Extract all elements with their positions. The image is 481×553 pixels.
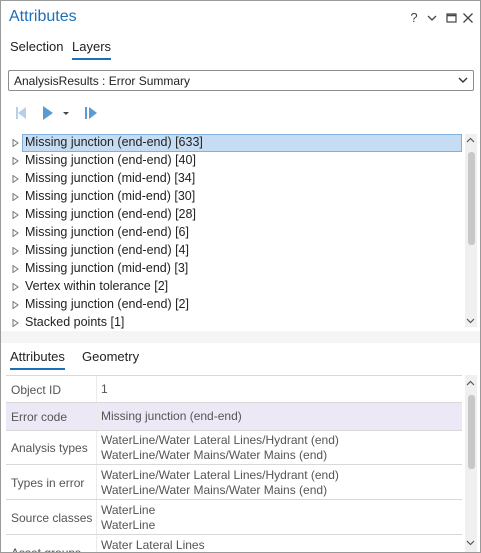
tree-scrollbar[interactable] [465,134,477,327]
attribute-value: WaterLine/Water Mains/Water Mains (end) [101,448,328,462]
navigation-toolbar [9,103,129,123]
attribute-name: Error code [11,410,68,424]
expand-icon[interactable] [12,283,19,291]
expand-icon[interactable] [12,229,19,237]
next-options-chevron-icon[interactable] [61,103,71,123]
tree-item[interactable]: Missing junction (mid-end) [34] [1,170,463,188]
tree-item[interactable]: Missing junction (mid-end) [3] [1,260,463,278]
attribute-name: Source classes [11,511,93,525]
tree-item[interactable]: Missing junction (end-end) [4] [1,242,463,260]
layer-dropdown[interactable]: AnalysisResults : Error Summary [8,70,474,91]
chevron-down-icon [458,77,468,83]
first-record-icon[interactable] [13,103,31,123]
expand-icon[interactable] [12,139,19,147]
attribute-row[interactable]: Analysis types WaterLine/Water Lateral L… [6,430,462,464]
expand-icon[interactable] [12,301,19,309]
tab-selection[interactable]: Selection [10,39,63,54]
attribute-name: Asset groups [11,546,82,553]
attributes-scrollbar[interactable] [465,375,477,552]
tab-attributes[interactable]: Attributes [10,349,65,370]
tree-scroll-thumb[interactable] [468,152,475,245]
tree-item[interactable]: Missing junction (end-end) [2] [1,296,463,314]
error-tree: Missing junction (end-end) [633] Missing… [1,131,480,329]
bottom-tabs: Attributes Geometry [1,345,480,371]
tree-item[interactable]: Missing junction (end-end) [6] [1,224,463,242]
attribute-value: WaterLine/Water Lateral Lines/Hydrant (e… [101,433,339,447]
tree-item-label: Missing junction (end-end) [4] [25,243,189,257]
scroll-up-icon[interactable] [466,379,475,388]
attribute-value: WaterLine [101,518,156,532]
attribute-name: Object ID [11,383,62,397]
expand-icon[interactable] [12,319,19,327]
tree-item[interactable]: Stacked points [1] [1,314,463,332]
help-icon[interactable]: ? [407,10,421,26]
tree-item-label: Missing junction (mid-end) [3] [25,261,189,275]
scroll-up-icon[interactable] [466,136,475,145]
tree-item[interactable]: Missing junction (end-end) [40] [1,152,463,170]
attribute-value: WaterLine/Water Mains/Water Mains (end) [101,483,328,497]
expand-icon[interactable] [12,211,19,219]
expand-icon[interactable] [12,157,19,165]
tree-item-label: Stacked points [1] [25,315,125,329]
attribute-row[interactable]: Types in error WaterLine/Water Lateral L… [6,464,462,499]
pane-title: Attributes [9,8,77,25]
title-bar: Attributes ? [1,1,480,35]
attribute-row[interactable]: Object ID 1 [6,375,462,402]
attribute-row[interactable]: Asset groups Water Lateral Lines [6,534,462,553]
attribute-row[interactable]: Error code Missing junction (end-end) [6,402,462,430]
tree-item-label: Missing junction (mid-end) [34] [25,171,196,185]
close-icon[interactable] [461,10,475,26]
scroll-down-icon[interactable] [466,538,475,547]
tree-item-label: Missing junction (end-end) [2] [25,297,189,311]
tree-item-label: Missing junction (end-end) [6] [25,225,189,239]
tree-item[interactable]: Missing junction (end-end) [28] [1,206,463,224]
attribute-name: Types in error [11,476,85,490]
attribute-value: 1 [101,382,108,396]
attributes-scroll-thumb[interactable] [468,395,475,469]
tree-item[interactable]: Missing junction (mid-end) [30] [1,188,463,206]
scroll-down-icon[interactable] [466,316,475,325]
restore-icon[interactable] [444,10,458,26]
tree-item-label: Missing junction (end-end) [28] [25,207,196,221]
expand-icon[interactable] [12,193,19,201]
tree-item-label: Vertex within tolerance [2] [25,279,169,293]
attribute-row[interactable]: Source classes WaterLine WaterLine [6,499,462,534]
attribute-name: Analysis types [11,441,88,455]
tree-item-label: Missing junction (end-end) [633] [25,135,203,149]
last-record-icon[interactable] [82,103,100,123]
tree-item-label: Missing junction (mid-end) [30] [25,189,196,203]
expand-icon[interactable] [12,265,19,273]
attribute-value: Missing junction (end-end) [101,409,242,423]
pane-options-icon[interactable] [425,10,439,26]
attributes-grid: Object ID 1 Error code Missing junction … [6,375,462,553]
panel-splitter[interactable] [1,331,480,343]
top-tabs: Selection Layers [1,37,480,61]
tab-geometry[interactable]: Geometry [82,349,139,364]
tree-item[interactable]: Vertex within tolerance [2] [1,278,463,296]
expand-icon[interactable] [12,247,19,255]
tree-item-label: Missing junction (end-end) [40] [25,153,196,167]
tab-layers[interactable]: Layers [72,39,112,60]
expand-icon[interactable] [12,175,19,183]
layer-dropdown-value: AnalysisResults : Error Summary [14,74,191,88]
attributes-pane: Attributes ? Selection Layers AnalysisRe… [0,0,481,553]
next-record-icon[interactable] [39,103,57,123]
attribute-value: WaterLine [101,503,156,517]
attribute-value: Water Lateral Lines [101,538,205,552]
tree-item[interactable]: Missing junction (end-end) [633] [1,134,463,152]
attribute-value: WaterLine/Water Lateral Lines/Hydrant (e… [101,468,339,482]
